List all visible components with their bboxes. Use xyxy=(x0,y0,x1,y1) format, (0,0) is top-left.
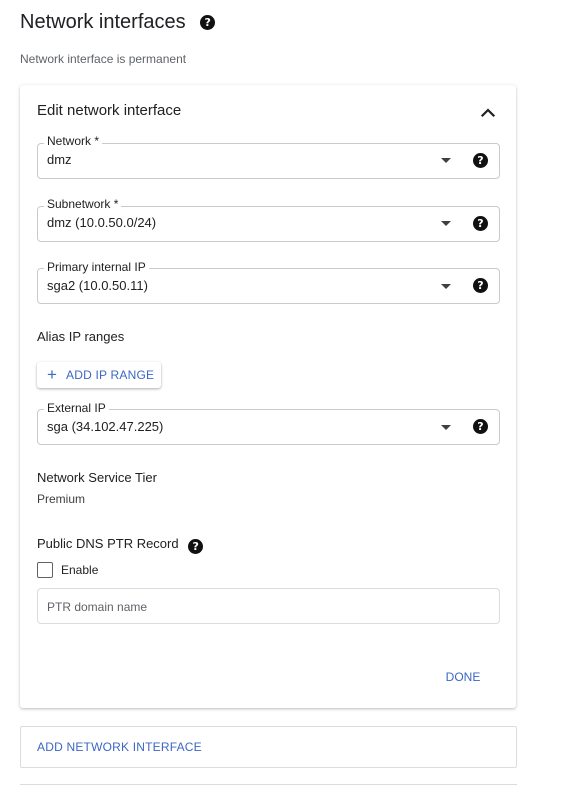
caret-down-icon[interactable] xyxy=(441,221,451,226)
enable-checkbox[interactable] xyxy=(37,562,53,578)
external-ip-label: External IP xyxy=(44,402,109,414)
dns-ptr-label: Public DNS PTR Record ? xyxy=(37,536,204,554)
subnetwork-value: dmz (10.0.50.0/24) xyxy=(47,215,157,230)
ptr-domain-placeholder: PTR domain name xyxy=(47,600,148,614)
help-icon[interactable]: ? xyxy=(473,278,488,293)
help-icon[interactable]: ? xyxy=(473,153,488,168)
add-ip-range-button[interactable]: + ADD IP RANGE xyxy=(37,362,161,388)
card-title: Edit network interface xyxy=(37,102,182,119)
caret-down-icon[interactable] xyxy=(441,284,451,289)
enable-checkbox-label: Enable xyxy=(61,563,99,577)
page-title: Network interfaces ? xyxy=(20,11,216,34)
page-title-text: Network interfaces xyxy=(20,11,186,33)
help-icon[interactable]: ? xyxy=(473,419,488,434)
help-icon[interactable]: ? xyxy=(188,539,204,554)
caret-down-icon[interactable] xyxy=(441,158,451,163)
alias-ranges-label: Alias IP ranges xyxy=(37,329,125,344)
external-ip-value: sga (34.102.47.225) xyxy=(47,419,164,434)
service-tier-label: Network Service Tier xyxy=(37,470,157,485)
page-subtitle: Network interface is permanent xyxy=(20,52,187,66)
dns-ptr-label-text: Public DNS PTR Record xyxy=(37,536,179,551)
chevron-up-icon[interactable] xyxy=(476,100,500,124)
primary-ip-value: sga2 (10.0.50.11) xyxy=(47,278,148,293)
add-ip-range-label: ADD IP RANGE xyxy=(66,368,155,382)
help-icon[interactable]: ? xyxy=(473,216,488,231)
subnetwork-label: Subnetwork * xyxy=(44,198,122,210)
network-value: dmz xyxy=(47,152,72,167)
add-network-interface-label[interactable]: ADD NETWORK INTERFACE xyxy=(37,740,202,754)
done-button[interactable]: DONE xyxy=(438,664,488,690)
network-label: Network * xyxy=(44,135,103,147)
caret-down-icon[interactable] xyxy=(441,425,451,430)
service-tier-value: Premium xyxy=(37,492,86,506)
network-select[interactable] xyxy=(37,143,500,179)
primary-ip-label: Primary internal IP xyxy=(44,261,149,273)
help-icon[interactable]: ? xyxy=(200,15,216,30)
plus-icon: + xyxy=(47,365,58,384)
